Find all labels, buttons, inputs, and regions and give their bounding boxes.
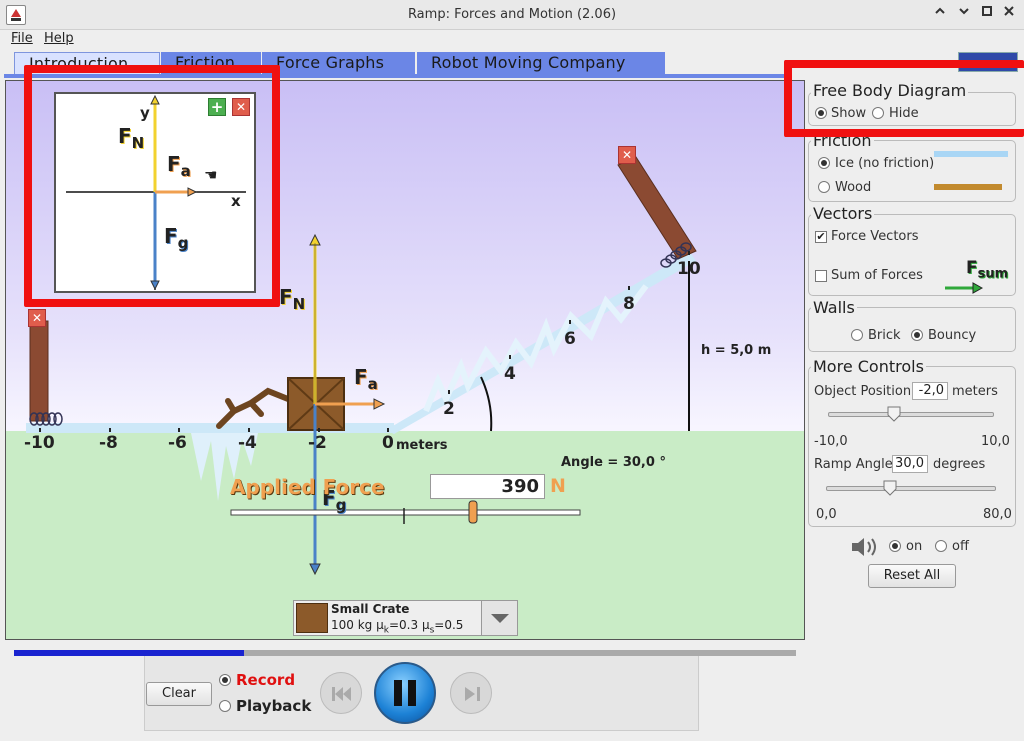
sound-off-label: off [952, 539, 969, 554]
object-properties: 100 kg μk=0.3 μs=0.5 [331, 618, 464, 636]
tab-force-graphs[interactable]: Force Graphs [262, 52, 415, 74]
ramp-label: 8 [623, 294, 635, 314]
sound-on-radio[interactable] [889, 540, 901, 552]
title-bar: Ramp: Forces and Motion (2.06) [0, 0, 1024, 30]
panel-title-walls: Walls [811, 298, 857, 317]
height-label: h = 5,0 m [701, 343, 772, 358]
pusher-figure [216, 387, 291, 429]
force-vectors-checkbox[interactable]: ✔ [815, 231, 827, 243]
crate-thumbnail [296, 603, 328, 633]
panel-title-more-controls: More Controls [811, 357, 926, 376]
force-vectors-label: Force Vectors [831, 229, 919, 244]
walls-brick-label: Brick [868, 328, 901, 343]
ramp-angle-label: Ramp Angle [814, 457, 893, 472]
applied-force-unit: N [550, 475, 566, 497]
window-title: Ramp: Forces and Motion (2.06) [407, 7, 617, 22]
applied-force-input[interactable]: 390 [430, 474, 545, 499]
applied-force-slider-track [230, 509, 581, 516]
object-selector[interactable]: Small Crate 100 kg μk=0.3 μs=0.5 [293, 600, 518, 636]
ramp-angle-slider-thumb[interactable] [883, 480, 897, 496]
menu-help[interactable]: Help [44, 31, 74, 46]
angle-label: Angle = 30,0 ° [561, 455, 666, 470]
sound-off-radio[interactable] [935, 540, 947, 552]
record-radio[interactable] [219, 674, 231, 686]
rewind-icon [332, 687, 351, 701]
ramp-angle-max: 80,0 [983, 507, 1012, 522]
rewind-button[interactable] [320, 672, 362, 714]
right-wall-delete-icon[interactable]: ✕ [618, 146, 636, 164]
ramp-label: 4 [504, 364, 516, 384]
fsum-label: Fsum [966, 258, 1009, 282]
object-position-slider-thumb[interactable] [887, 406, 901, 422]
restore-icon[interactable] [955, 5, 973, 23]
object-position-label: Object Position [814, 384, 912, 399]
sound-on-label: on [906, 539, 923, 554]
pause-button[interactable] [374, 662, 436, 724]
object-position-slider[interactable] [828, 412, 994, 417]
walls-bouncy-radio[interactable] [911, 329, 923, 341]
sum-of-forces-label: Sum of Forces [831, 268, 923, 283]
object-position-max: 10,0 [981, 434, 1010, 449]
record-label: Record [236, 671, 296, 689]
playback-radio[interactable] [219, 700, 231, 712]
meters-label: meters [396, 438, 448, 453]
maximize-icon[interactable] [978, 5, 996, 23]
chevron-down-icon [491, 614, 509, 623]
object-position-input[interactable]: -2,0 [912, 382, 948, 400]
reset-all-button[interactable]: Reset All [868, 564, 956, 588]
scene-fn-label: FN [279, 285, 306, 313]
tab-robot-moving-company[interactable]: Robot Moving Company [417, 52, 665, 74]
friction-ice-label: Ice (no friction) [835, 156, 935, 171]
object-position-unit: meters [952, 384, 998, 399]
object-name: Small Crate [331, 602, 410, 616]
object-position-min: -10,0 [814, 434, 848, 449]
step-forward-button[interactable] [450, 672, 492, 714]
speaker-icon [852, 538, 876, 556]
ramp-label: 2 [443, 399, 455, 419]
axis-label: -10 [24, 433, 55, 453]
ramp-label: 10 [677, 259, 701, 279]
left-brick-wall [29, 320, 49, 422]
panel-title-vectors: Vectors [811, 204, 875, 223]
step-forward-icon [465, 687, 480, 701]
sum-of-forces-checkbox[interactable] [815, 270, 827, 282]
panel-vectors [808, 214, 1016, 296]
ramp-angle-slider[interactable] [826, 486, 996, 491]
axis-label: -6 [168, 433, 187, 453]
wood-swatch [934, 184, 1002, 190]
highlight-box-free-body-diagram-panel [784, 60, 1024, 137]
walls-brick-radio[interactable] [851, 329, 863, 341]
left-wall-delete-icon[interactable]: ✕ [28, 309, 46, 327]
axis-label: -8 [99, 433, 118, 453]
axis-label: 0 [382, 433, 394, 453]
friction-ice-radio[interactable] [818, 157, 830, 169]
pause-icon [394, 680, 416, 706]
playback-label: Playback [236, 697, 312, 715]
friction-wood-label: Wood [835, 180, 872, 195]
menu-file[interactable]: File [11, 31, 33, 46]
scene-fg-arrowhead [309, 563, 321, 576]
ramp-angle-input[interactable]: 30,0 [892, 455, 928, 473]
applied-force-slider-thumb [468, 500, 478, 524]
ramp-label: 6 [564, 329, 576, 349]
ice-swatch [934, 151, 1008, 157]
walls-bouncy-label: Bouncy [928, 328, 977, 343]
angle-arc [480, 376, 493, 432]
minimize-icon[interactable] [931, 5, 949, 23]
highlight-box-free-body-diagram-window [24, 65, 280, 307]
applied-force-label: Applied Force [230, 475, 385, 499]
axis-label: -2 [308, 433, 327, 453]
object-dropdown-button[interactable] [481, 601, 517, 635]
clear-button[interactable]: Clear [146, 682, 212, 706]
axis-label: -4 [238, 433, 257, 453]
ramp-angle-unit: degrees [933, 457, 986, 472]
friction-wood-radio[interactable] [818, 181, 830, 193]
scene-fa-arrowhead [373, 398, 386, 410]
menu-bar: File Help [0, 30, 1024, 50]
ramp-angle-min: 0,0 [816, 507, 837, 522]
fsum-arrow-icon [945, 282, 984, 294]
scene-fa-label: Fa [354, 365, 378, 393]
close-icon[interactable] [1000, 5, 1018, 23]
